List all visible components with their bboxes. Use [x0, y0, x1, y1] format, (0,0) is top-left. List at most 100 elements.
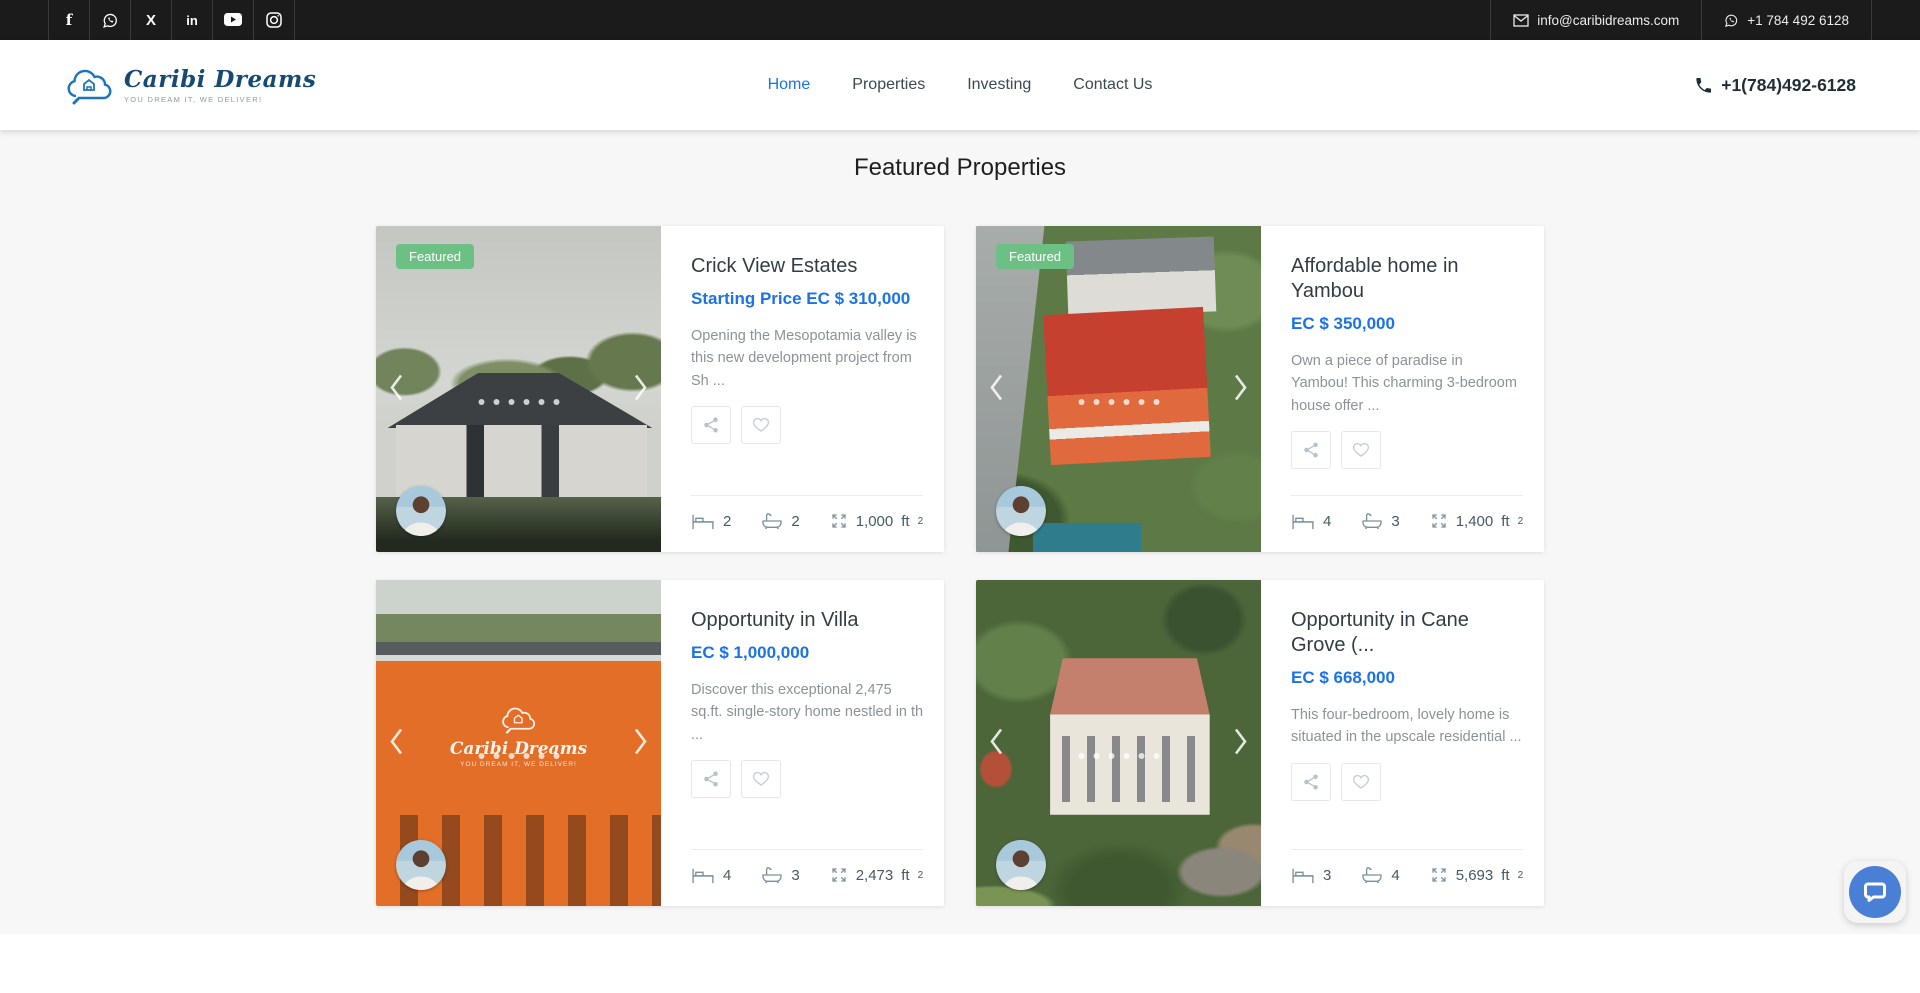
cloud-logo-icon [499, 704, 539, 734]
beds-stat: 3 [1291, 866, 1331, 884]
property-description: Opening the Mesopotamia valley is this n… [691, 325, 923, 392]
section-title: Featured Properties [0, 154, 1920, 182]
bath-icon [1361, 866, 1383, 884]
social-links: f X in [48, 0, 295, 40]
property-price: Starting Price EC $ 310,000 [691, 289, 923, 309]
share-button[interactable] [1291, 763, 1331, 801]
property-title[interactable]: Crick View Estates [691, 254, 923, 279]
area-stat: 5,693ft2 [1430, 866, 1523, 884]
carousel-prev-button[interactable] [986, 725, 1008, 762]
site-header: Caribi Dreams YOU DREAM IT, WE DELIVER! … [0, 40, 1920, 130]
carousel-prev-button[interactable] [386, 725, 408, 762]
topbar-phone-text: +1 784 492 6128 [1747, 13, 1849, 28]
footer-band [0, 934, 1920, 993]
agent-avatar[interactable] [396, 486, 446, 536]
baths-stat: 3 [1361, 512, 1399, 530]
property-description: Discover this exceptional 2,475 sq.ft. s… [691, 679, 923, 746]
topbar-phone-link[interactable]: +1 784 492 6128 [1701, 0, 1872, 40]
bed-icon [691, 512, 715, 530]
x-twitter-icon[interactable]: X [131, 0, 172, 40]
bath-icon [1361, 512, 1383, 530]
carousel-dots[interactable] [478, 399, 559, 405]
expand-icon [1430, 512, 1448, 530]
favorite-button[interactable] [741, 406, 781, 444]
instagram-icon[interactable] [254, 0, 295, 40]
carousel-prev-button[interactable] [986, 371, 1008, 408]
logo-title: Caribi Dreams [124, 66, 316, 93]
share-button[interactable] [691, 760, 731, 798]
expand-icon [1430, 866, 1448, 884]
carousel-next-button[interactable] [629, 371, 651, 408]
nav-investing[interactable]: Investing [967, 76, 1031, 94]
baths-stat: 4 [1361, 866, 1399, 884]
bed-icon [1291, 512, 1315, 530]
email-icon [1513, 14, 1529, 27]
property-card: Featured Crick View Estates Starting Pri… [376, 226, 944, 552]
carousel-next-button[interactable] [1229, 371, 1251, 408]
favorite-button[interactable] [741, 760, 781, 798]
property-card: Featured Affordable home in Yambou EC $ … [976, 226, 1544, 552]
property-title[interactable]: Opportunity in Villa [691, 608, 923, 633]
agent-avatar[interactable] [996, 486, 1046, 536]
property-photo[interactable]: Featured [376, 226, 661, 552]
property-photo[interactable]: Featured [976, 226, 1261, 552]
topbar-contact: info@caribidreams.com +1 784 492 6128 [1490, 0, 1872, 40]
property-photo[interactable]: Caribi Dreams YOU DREAM IT, WE DELIVER! [376, 580, 661, 906]
carousel-dots[interactable] [1078, 399, 1159, 405]
area-stat: 2,473ft2 [830, 866, 923, 884]
nav-properties[interactable]: Properties [852, 76, 925, 94]
beds-stat: 4 [1291, 512, 1331, 530]
facebook-icon[interactable]: f [49, 0, 90, 40]
carousel-next-button[interactable] [1229, 725, 1251, 762]
heart-icon [1352, 441, 1370, 459]
expand-icon [830, 866, 848, 884]
whatsapp-icon[interactable] [90, 0, 131, 40]
agent-avatar[interactable] [996, 840, 1046, 890]
heart-icon [752, 770, 770, 788]
topbar-email-text: info@caribidreams.com [1537, 13, 1679, 28]
share-button[interactable] [691, 406, 731, 444]
featured-badge: Featured [396, 244, 474, 269]
carousel-dots[interactable] [1078, 753, 1159, 759]
chat-widget[interactable] [1844, 861, 1906, 923]
bed-icon [1291, 866, 1315, 884]
featured-section: Featured Properties Featured Crick View … [0, 130, 1920, 934]
area-stat: 1,400ft2 [1430, 512, 1523, 530]
main-nav: Home Properties Investing Contact Us [768, 76, 1153, 94]
carousel-prev-button[interactable] [386, 371, 408, 408]
property-card: Caribi Dreams YOU DREAM IT, WE DELIVER! … [376, 580, 944, 906]
property-title[interactable]: Opportunity in Cane Grove (... [1291, 608, 1523, 658]
bed-icon [691, 866, 715, 884]
share-button[interactable] [1291, 431, 1331, 469]
property-description: Own a piece of paradise in Yambou! This … [1291, 350, 1523, 417]
featured-badge: Featured [996, 244, 1074, 269]
share-icon [1302, 773, 1320, 791]
youtube-icon[interactable] [213, 0, 254, 40]
topbar: f X in info@caribidreams.com +1 784 492 … [0, 0, 1920, 40]
property-price: EC $ 1,000,000 [691, 643, 923, 663]
nav-home[interactable]: Home [768, 76, 811, 94]
header-phone-text: +1(784)492-6128 [1721, 75, 1856, 96]
share-icon [702, 770, 720, 788]
topbar-email-link[interactable]: info@caribidreams.com [1490, 0, 1701, 40]
header-phone[interactable]: +1(784)492-6128 [1694, 75, 1856, 96]
carousel-dots[interactable] [478, 753, 559, 759]
heart-icon [752, 416, 770, 434]
bath-icon [761, 512, 783, 530]
property-description: This four-bedroom, lovely home is situat… [1291, 704, 1523, 749]
favorite-button[interactable] [1341, 431, 1381, 469]
linkedin-icon[interactable]: in [172, 0, 213, 40]
property-price: EC $ 350,000 [1291, 314, 1523, 334]
share-icon [1302, 441, 1320, 459]
agent-avatar[interactable] [396, 840, 446, 890]
carousel-next-button[interactable] [629, 725, 651, 762]
whatsapp-small-icon [1724, 13, 1739, 28]
chat-bubble-icon [1849, 866, 1901, 918]
logo[interactable]: Caribi Dreams YOU DREAM IT, WE DELIVER! [64, 65, 316, 105]
property-grid: Featured Crick View Estates Starting Pri… [376, 226, 1544, 906]
nav-contact-us[interactable]: Contact Us [1073, 76, 1152, 94]
favorite-button[interactable] [1341, 763, 1381, 801]
property-title[interactable]: Affordable home in Yambou [1291, 254, 1523, 304]
property-photo[interactable] [976, 580, 1261, 906]
phone-icon [1694, 76, 1713, 95]
